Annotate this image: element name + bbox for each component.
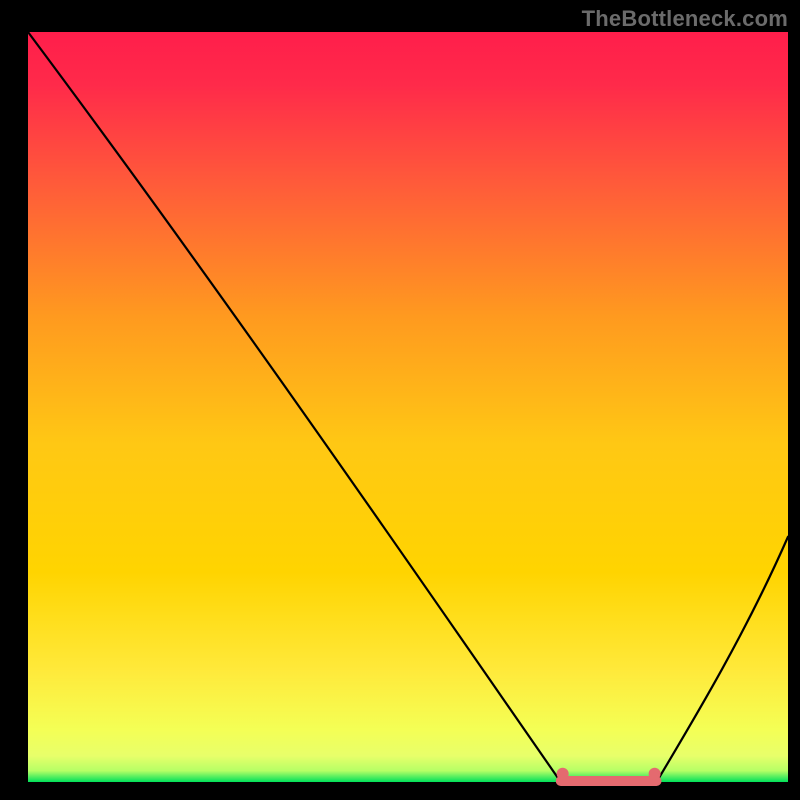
plot-background: [28, 32, 788, 782]
chart-frame: TheBottleneck.com: [0, 0, 800, 800]
chart-svg: [0, 0, 800, 800]
optimal-range-end-marker: [649, 768, 661, 780]
optimal-range-start-marker: [557, 768, 569, 780]
